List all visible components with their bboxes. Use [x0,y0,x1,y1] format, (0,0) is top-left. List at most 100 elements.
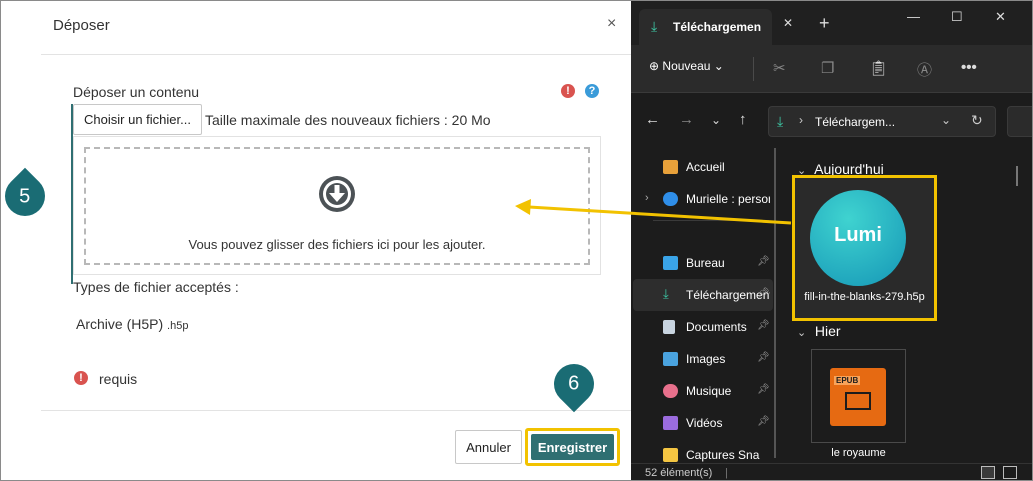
sidebar-item-onedrive[interactable]: › Murielle : personnel [633,183,773,215]
recent-chevron-icon[interactable]: ⌄ [711,113,721,127]
pin-icon: 📌︎ [757,320,770,331]
address-dropdown-icon[interactable]: ⌄ [941,113,951,127]
sidebar-item-musique[interactable]: Musique 📌︎ [633,375,773,407]
choose-file-button[interactable]: Choisir un fichier... [73,104,202,135]
explorer-navbar: ← → ⌄ ↑ ⤓ › Téléchargem... ⌄ ↻ [631,93,1032,147]
image-icon [663,352,678,366]
archive-type-label: Archive (H5P) [76,316,164,332]
explorer-toolbar: ⊕ Nouveau ⌄ ✂ ❐ 📋︎ Ⓐ ••• [631,45,1032,93]
new-button-label: Nouveau [662,59,711,73]
up-arrow-icon[interactable]: ↑ [739,111,747,128]
sidebar-item-images[interactable]: Images 📌︎ [633,343,773,375]
sidebar-item-label: Captures Sna [686,448,760,462]
tab-downloads[interactable]: ⤓ Téléchargements [639,9,772,45]
status-bar: 52 élément(s) | [631,463,1032,480]
cut-icon[interactable]: ✂ [773,59,786,77]
file-name: fill-in-the-blanks-279.h5p [804,291,925,303]
breadcrumb-chevron-icon: › [799,113,803,127]
required-icon: ! [561,84,575,98]
item-count: 52 élément(s) [645,467,713,479]
close-icon[interactable]: × [607,15,616,33]
epub-file-icon: EPUB [830,368,886,426]
plus-circle-icon: ⊕ [649,59,660,73]
pin-icon: 📌︎ [757,352,770,363]
help-icon[interactable]: ? [585,84,599,98]
epub-badge: EPUB [834,376,861,385]
file-name: le royaume [831,447,886,459]
close-tab-icon[interactable]: ✕ [783,16,793,30]
desktop-icon [663,256,678,270]
step-number-6: 6 [568,373,580,395]
paste-icon[interactable]: 📋︎ [869,59,888,77]
file-item-epub[interactable]: EPUB [811,349,906,443]
pin-icon: 📌︎ [757,256,770,267]
back-arrow-icon[interactable]: ← [645,111,660,128]
max-size-text: Taille maximale des nouveaux fichiers : … [205,112,491,128]
file-explorer-window: ⤓ Téléchargements ✕ + — ☐ ✕ ⊕ Nouveau ⌄ … [631,1,1032,480]
home-icon [663,160,678,174]
more-options-icon[interactable]: ••• [961,59,977,76]
download-icon: ⤓ [777,113,784,129]
pin-icon: 📌︎ [757,384,770,395]
chevron-down-icon: ⌄ [797,327,807,339]
sidebar-item-accueil[interactable]: Accueil [633,151,773,183]
required-legend-text: requis [99,371,138,387]
explorer-titlebar: ⤓ Téléchargements ✕ + — ☐ ✕ [631,1,1032,45]
sidebar-divider [653,220,769,221]
lumi-logo-text: Lumi [834,224,882,246]
maximize-icon[interactable]: ☐ [951,9,963,25]
new-tab-icon[interactable]: + [819,13,830,34]
group-label: Hier [814,323,841,339]
pin-icon: 📌︎ [757,288,770,299]
step-callout-6: 6 [545,355,603,413]
copy-icon[interactable]: ❐ [821,59,834,77]
search-field[interactable] [1007,106,1032,137]
content-scrollbar[interactable] [1016,166,1018,186]
download-icon: ⤓ [651,18,658,34]
new-button[interactable]: ⊕ Nouveau ⌄ [649,59,724,73]
cloud-icon [663,192,678,206]
download-arrow-icon [319,176,355,212]
dialog-header-divider [41,54,633,55]
document-icon [663,320,675,334]
folder-icon [663,448,678,462]
address-text: Téléchargem... [815,115,896,129]
accepted-types-label: Types de fichier acceptés : [73,279,239,295]
sidebar-item-telechargements[interactable]: ⤓ Téléchargements 📌︎ [633,279,773,311]
save-button-highlight: Enregistrer [525,428,620,466]
step-callout-5: 5 [1,167,54,225]
file-list-pane: ⌄ Aujourd'hui Lumi fill-in-the-blanks-27… [789,147,1029,463]
sidebar-item-bureau[interactable]: Bureau 📌︎ [633,247,773,279]
archive-extension: .h5p [167,320,189,332]
sidebar-item-documents[interactable]: Documents 📌︎ [633,311,773,343]
save-button[interactable]: Enregistrer [531,434,614,460]
download-icon: ⤓ [663,286,669,301]
address-bar[interactable]: ⤓ › Téléchargem... ⌄ ↻ [768,106,996,137]
chevron-right-icon[interactable]: › [645,192,649,204]
navigation-scrollbar[interactable] [774,148,776,458]
dialog-footer-divider [41,410,633,411]
upload-label: Déposer un contenu [73,84,200,100]
drop-instructions: Vous pouvez glisser des fichiers ici pou… [188,237,486,252]
file-item-h5p[interactable]: Lumi fill-in-the-blanks-279.h5p [792,175,937,321]
step-number-5: 5 [19,185,31,207]
pin-icon: 📌︎ [757,416,770,427]
music-icon [663,384,678,398]
details-view-icon[interactable] [981,466,995,479]
minimize-icon[interactable]: — [907,9,920,24]
rename-icon[interactable]: Ⓐ [917,59,932,80]
group-header-yesterday[interactable]: ⌄ Hier [797,323,841,339]
tiles-view-icon[interactable] [1003,466,1017,479]
sidebar-item-label: Murielle : personnel [686,192,770,206]
refresh-icon[interactable]: ↻ [971,112,983,129]
book-icon [845,392,871,410]
navigation-pane: Accueil › Murielle : personnel Bureau 📌︎… [631,147,783,463]
cancel-button[interactable]: Annuler [455,430,522,464]
accepted-type-archive: Archive (H5P) .h5p [76,316,188,332]
window-close-icon[interactable]: ✕ [995,9,1006,25]
forward-arrow-icon[interactable]: → [679,111,694,128]
chevron-down-icon: ⌄ [713,59,724,73]
sidebar-item-label: Accueil [686,160,725,174]
sidebar-item-videos[interactable]: Vidéos 📌︎ [633,407,773,439]
status-separator: | [725,467,728,479]
